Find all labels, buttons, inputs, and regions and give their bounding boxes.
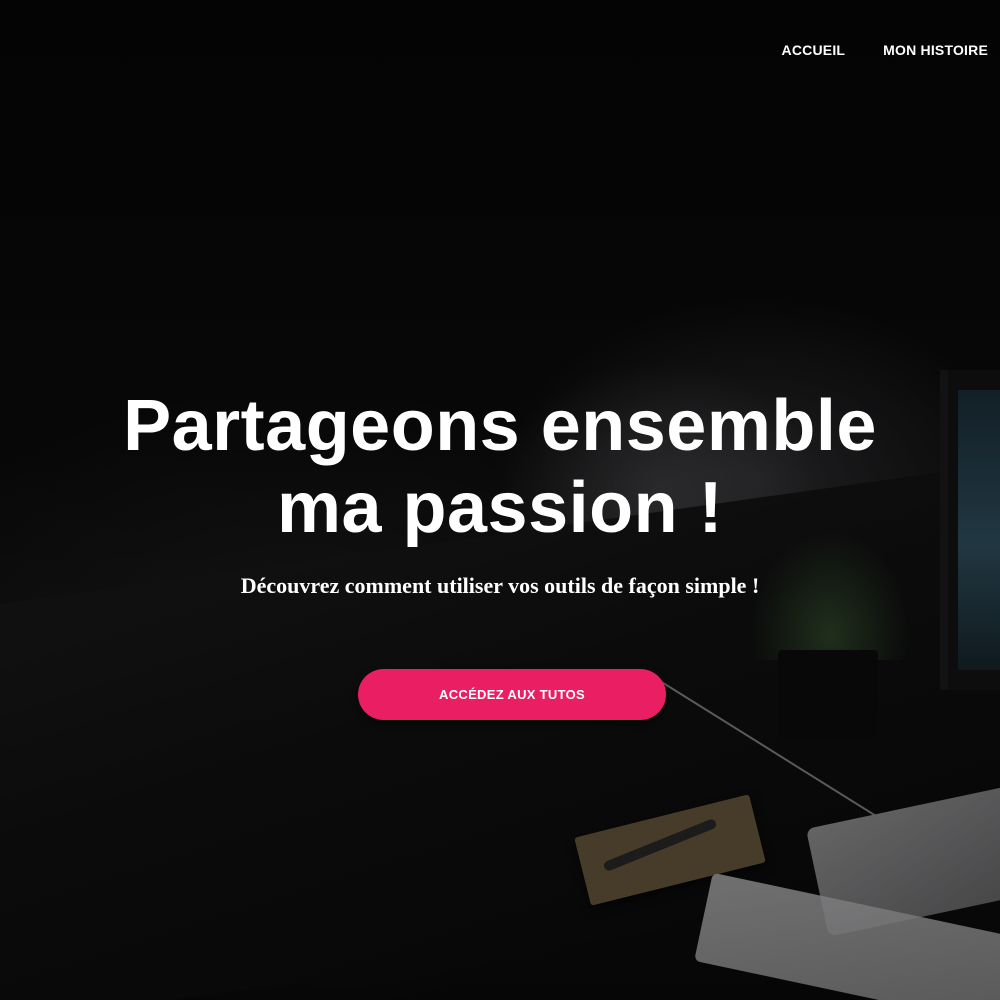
tutos-button[interactable]: ACCÉDEZ AUX TUTOS [358,669,666,720]
nav-link-accueil[interactable]: ACCUEIL [782,42,846,58]
main-nav: ACCUEIL MON HISTOIRE [782,42,988,58]
nav-link-mon-histoire[interactable]: MON HISTOIRE [883,42,988,58]
hero-title-line2: ma passion ! [276,468,724,548]
hero-subtitle: Découvrez comment utiliser vos outils de… [240,573,760,598]
hero-section: ACCUEIL MON HISTOIRE Partageons ensemble… [0,0,1000,1000]
hero-title: Partageons ensemble ma passion ! [50,385,950,549]
hero-title-line1: Partageons ensemble [123,386,877,466]
hero-content: Partageons ensemble ma passion ! Découvr… [0,385,1000,599]
